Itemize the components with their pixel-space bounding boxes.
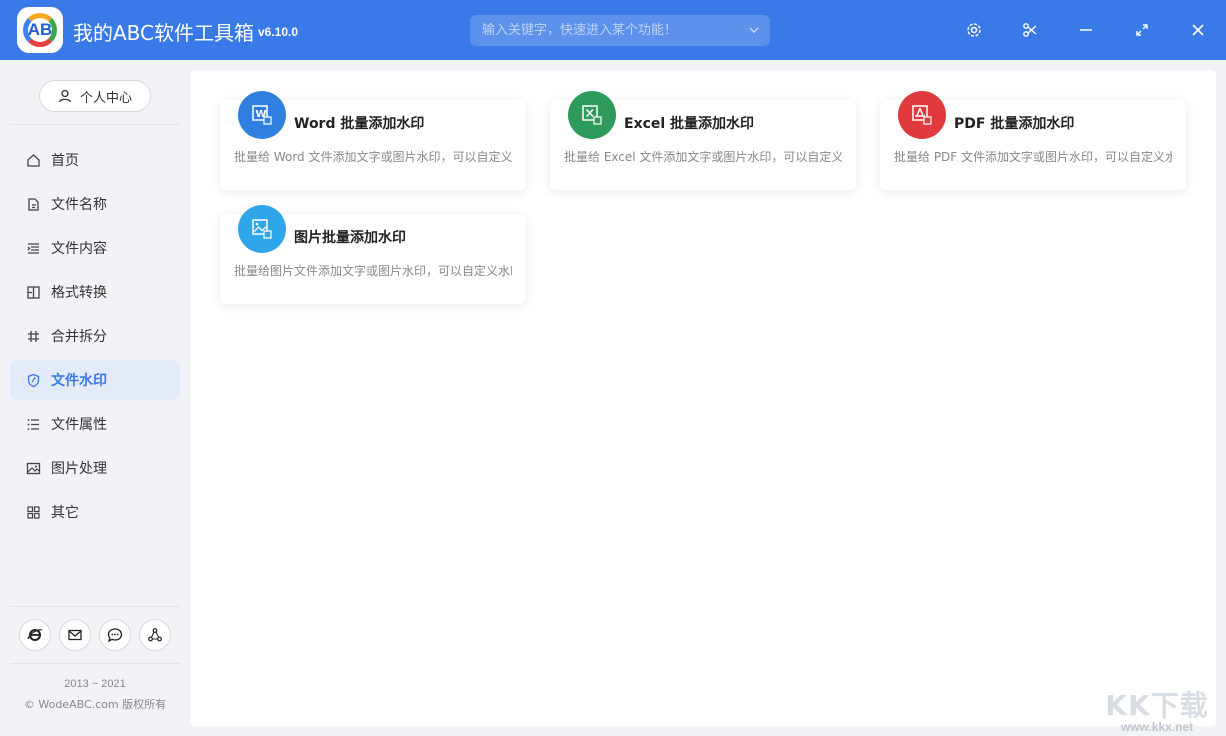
card-image-watermark[interactable]: 图片批量添加水印 批量给图片文件添加文字或图片水印，可以自定义水印 — [220, 205, 526, 304]
sidebar-item-other[interactable]: 其它 — [10, 492, 180, 532]
site-watermark: KK下载 www.kkx.net — [1102, 684, 1212, 734]
card-title: Word 批量添加水印 — [294, 116, 425, 132]
card-title: PDF 批量添加水印 — [954, 116, 1075, 132]
close-icon[interactable] — [1186, 18, 1210, 42]
app-version: v6.10.0 — [258, 25, 299, 39]
ie-icon[interactable] — [19, 619, 51, 651]
sidebar: 个人中心 首页 文件名称 文件内容 格式转换 合并拆分 文件水印 文件属性 图片… — [0, 60, 190, 736]
sidebar-item-watermark[interactable]: 文件水印 — [10, 360, 180, 400]
file-properties-icon — [27, 418, 39, 430]
gear-icon[interactable] — [962, 18, 986, 42]
card-word-watermark[interactable]: W Word 批量添加水印 批量给 Word 文件添加文字或图片水印，可以自定义… — [220, 91, 526, 190]
sidebar-item-label: 文件名称 — [51, 197, 107, 213]
file-content-icon — [27, 242, 39, 254]
user-icon — [58, 89, 72, 103]
sidebar-item-label: 其它 — [51, 505, 79, 521]
copyright-years: 2013 ~ 2021 — [64, 678, 126, 690]
sidebar-nav: 首页 文件名称 文件内容 格式转换 合并拆分 文件水印 文件属性 图片处理 其它 — [10, 140, 180, 536]
sidebar-item-file-name[interactable]: 文件名称 — [10, 184, 180, 224]
mail-icon[interactable] — [59, 619, 91, 651]
card-description: 批量给图片文件添加文字或图片水印，可以自定义水印 — [234, 264, 512, 278]
social-links — [19, 619, 171, 651]
format-convert-icon — [27, 285, 40, 299]
watermark-icon — [27, 373, 40, 387]
title-bar: AB 我的ABC软件工具箱 v6.10.0 — [0, 0, 1226, 60]
scissors-icon[interactable] — [1018, 18, 1042, 42]
sidebar-item-file-properties[interactable]: 文件属性 — [10, 404, 180, 444]
divider — [10, 663, 180, 664]
sidebar-item-home[interactable]: 首页 — [10, 140, 180, 180]
sidebar-item-file-content[interactable]: 文件内容 — [10, 228, 180, 268]
card-pdf-watermark[interactable]: PDF 批量添加水印 批量给 PDF 文件添加文字或图片水印，可以自定义水印 — [880, 91, 1186, 190]
sidebar-item-label: 合并拆分 — [51, 329, 107, 345]
sidebar-item-label: 文件内容 — [51, 241, 107, 257]
sidebar-item-format-convert[interactable]: 格式转换 — [10, 272, 180, 312]
sidebar-item-label: 文件属性 — [51, 417, 107, 433]
pdf-icon — [898, 91, 946, 139]
other-icon — [27, 505, 40, 519]
sidebar-item-label: 图片处理 — [51, 461, 107, 477]
excel-icon — [568, 91, 616, 139]
card-title: 图片批量添加水印 — [294, 230, 406, 246]
maximize-icon[interactable] — [1130, 18, 1154, 42]
search-input[interactable] — [470, 15, 740, 46]
card-description: 批量给 PDF 文件添加文字或图片水印，可以自定义水印 — [894, 150, 1172, 164]
user-center-label: 个人中心 — [79, 90, 132, 106]
sidebar-item-label: 文件水印 — [51, 373, 107, 389]
sidebar-item-image-process[interactable]: 图片处理 — [10, 448, 180, 488]
app-logo: AB — [17, 7, 63, 53]
divider — [10, 124, 180, 125]
sidebar-item-label: 格式转换 — [51, 285, 107, 301]
sidebar-item-merge-split[interactable]: 合并拆分 — [10, 316, 180, 356]
home-icon — [27, 153, 40, 167]
divider — [10, 606, 180, 607]
chat-icon[interactable] — [99, 619, 131, 651]
card-description: 批量给 Word 文件添加文字或图片水印，可以自定义水印 — [234, 150, 512, 164]
file-name-icon — [28, 197, 39, 211]
sidebar-item-label: 首页 — [51, 153, 79, 169]
card-description: 批量给 Excel 文件添加文字或图片水印，可以自定义水印 — [564, 150, 842, 164]
word-icon: W — [238, 91, 286, 139]
search-box[interactable] — [470, 15, 770, 46]
main-panel: W Word 批量添加水印 批量给 Word 文件添加文字或图片水印，可以自定义… — [190, 70, 1216, 726]
copyright-text: © WodeABC.com 版权所有 — [23, 698, 167, 711]
watermark-logo-text: KK下载 — [1105, 689, 1209, 722]
image-process-icon — [26, 462, 41, 474]
user-center-button[interactable]: 个人中心 — [39, 80, 151, 112]
merge-split-icon — [28, 330, 39, 342]
app-title: 我的ABC软件工具箱 — [73, 21, 255, 45]
minimize-icon[interactable] — [1074, 18, 1098, 42]
card-excel-watermark[interactable]: Excel 批量添加水印 批量给 Excel 文件添加文字或图片水印，可以自定义… — [550, 91, 856, 190]
card-title: Excel 批量添加水印 — [624, 116, 755, 132]
chevron-down-icon[interactable] — [748, 24, 760, 36]
share-icon[interactable] — [139, 619, 171, 651]
image-icon — [238, 205, 286, 253]
